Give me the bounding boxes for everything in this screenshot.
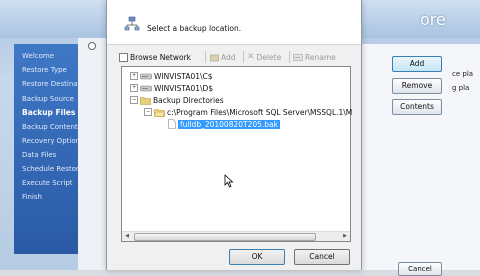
rename-icon	[293, 53, 303, 61]
collapse-icon[interactable]: −	[130, 96, 138, 104]
browse-network-label: Browse Network	[130, 52, 192, 62]
add-label: Add	[221, 52, 236, 62]
scroll-right-icon[interactable]: ▶	[341, 233, 349, 240]
tree-node-mssql-backup-folder[interactable]: − c:\Program Files\Microsoft SQL Server\…	[144, 107, 352, 117]
nav-item-recovery-options[interactable]: Recovery Options	[22, 137, 84, 145]
nav-item-backup-files[interactable]: Backup Files	[22, 108, 75, 117]
folder-open-icon	[154, 108, 165, 117]
tree-node-winvista01-c[interactable]: + WINVISTA01\C$	[130, 71, 213, 81]
remove-button[interactable]: Remove	[392, 78, 442, 94]
collapse-icon[interactable]: −	[144, 108, 152, 116]
cancel-button[interactable]: Cancel	[294, 249, 350, 265]
rename-button[interactable]: Rename	[293, 50, 336, 64]
ok-button[interactable]: OK	[229, 249, 285, 265]
drive-icon	[140, 73, 152, 80]
tree-node-backup-directories[interactable]: − Backup Directories	[130, 95, 224, 105]
nav-item-restore-type[interactable]: Restore Type	[22, 66, 67, 74]
side-text-2: g pla	[452, 84, 470, 92]
dialog-title: Select a backup location.	[147, 24, 242, 33]
dialog-toolbar: Browse Network Add ✕ Delete Rename	[117, 50, 351, 64]
mouse-cursor-icon	[224, 174, 234, 188]
checkbox-box[interactable]	[119, 52, 128, 62]
browse-network-checkbox[interactable]: Browse Network	[119, 50, 191, 64]
location-tree[interactable]: + WINVISTA01\C$ + WINVISTA01\D$ − Backup…	[121, 66, 352, 242]
nav-item-finish[interactable]: Finish	[22, 193, 42, 201]
tree-node-winvista01-d[interactable]: + WINVISTA01\D$	[130, 83, 213, 93]
tree-node-backup-file[interactable]: fulldb_20100820T205.bak	[168, 119, 280, 129]
nav-item-execute-script[interactable]: Execute Script	[22, 179, 73, 187]
network-location-icon	[124, 16, 140, 31]
nav-item-backup-source[interactable]: Backup Source	[22, 95, 74, 103]
nav-item-data-files[interactable]: Data Files	[22, 151, 56, 159]
add-folder-icon	[210, 54, 219, 61]
toolbar-separator	[205, 51, 206, 63]
add-button[interactable]: Add	[392, 56, 442, 72]
tree-node-label: WINVISTA01\D$	[154, 83, 214, 93]
wizard-heading: ore	[420, 10, 446, 29]
delete-label: Delete	[256, 52, 282, 62]
contents-button[interactable]: Contents	[392, 99, 442, 115]
add-location-button[interactable]: Add	[210, 50, 236, 64]
scrollbar-thumb[interactable]	[134, 233, 316, 241]
nav-item-schedule-restore[interactable]: Schedule Restore	[22, 165, 83, 173]
wizard-cancel-button[interactable]: Cancel	[398, 262, 442, 276]
scroll-left-icon[interactable]: ◀	[123, 233, 131, 240]
file-icon	[168, 119, 176, 129]
side-text-1: ce pla	[452, 70, 474, 78]
drive-icon	[140, 85, 152, 92]
toolbar-separator	[243, 51, 244, 63]
delete-icon: ✕	[247, 52, 255, 62]
nav-item-restore-destination[interactable]: Restore Destinati	[22, 80, 82, 88]
expand-icon[interactable]: +	[130, 72, 138, 80]
tree-node-label: c:\Program Files\Microsoft SQL Server\MS…	[167, 107, 353, 117]
tree-node-label: WINVISTA01\C$	[154, 71, 213, 81]
tree-node-label-selected: fulldb_20100820T205.bak	[178, 119, 280, 129]
rename-label: Rename	[305, 52, 336, 62]
delete-button[interactable]: ✕ Delete	[247, 50, 281, 64]
tree-node-label: Backup Directories	[153, 95, 224, 105]
toolbar-separator	[289, 51, 290, 63]
expand-icon[interactable]: +	[130, 84, 138, 92]
dialog-header: Select a backup location.	[107, 0, 361, 45]
wizard-nav: Welcome Restore Type Restore Destinati B…	[14, 44, 84, 254]
nav-item-backup-contents[interactable]: Backup Contents	[22, 123, 81, 131]
backup-location-dialog: Select a backup location. Browse Network…	[106, 0, 362, 270]
radio-button[interactable]	[88, 42, 96, 50]
folder-icon	[140, 96, 151, 105]
nav-item-welcome[interactable]: Welcome	[22, 52, 54, 60]
wizard-content-left	[78, 38, 109, 270]
horizontal-scrollbar[interactable]: ◀ ▶	[122, 231, 350, 241]
